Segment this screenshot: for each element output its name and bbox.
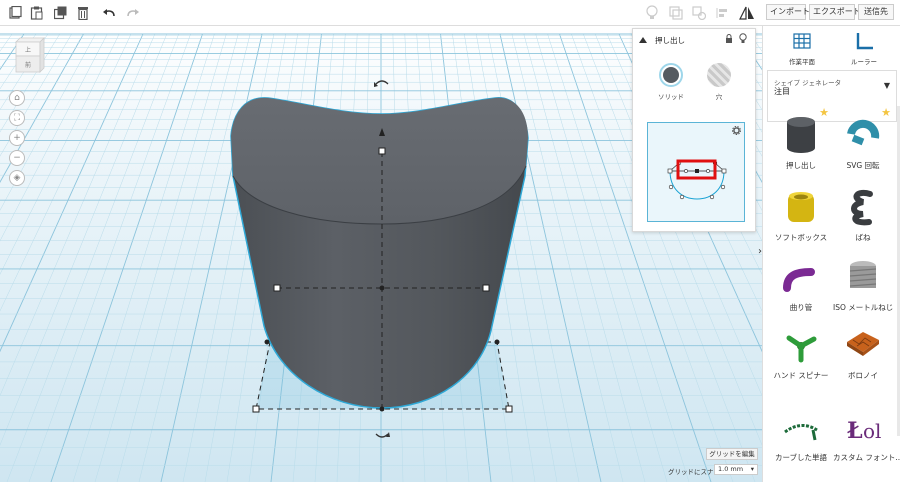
duplicate-icon[interactable]	[52, 4, 70, 22]
visibility-bulb-icon[interactable]	[739, 33, 747, 44]
right-handle[interactable]	[482, 284, 490, 292]
solid-label: ソリッド	[658, 93, 684, 101]
shape-item[interactable]: 押し出し ★	[771, 106, 831, 178]
shape-name: ハンド スピナー	[773, 371, 829, 380]
perspective-icon[interactable]: ◈	[9, 170, 25, 186]
ruler-tool[interactable]: ルーラー	[839, 32, 889, 66]
shape-thumbnail: Łol	[847, 418, 881, 444]
favorite-star-icon[interactable]: ★	[819, 106, 829, 119]
shape-name: 曲り管	[789, 303, 813, 312]
hole-swatch[interactable]	[707, 63, 731, 87]
workplane-grid-icon	[793, 33, 811, 49]
zoom-in-icon[interactable]: +	[9, 130, 25, 146]
ruler-icon	[856, 33, 873, 50]
ungroup-icon[interactable]	[690, 4, 708, 22]
chevron-down-icon: ▼	[883, 81, 890, 90]
svg-text:Ł: Ł	[847, 418, 863, 444]
shape-item[interactable]: 曲り管	[771, 250, 831, 320]
shape-thumbnail	[783, 268, 815, 292]
cube-top-label: 上	[25, 46, 31, 54]
send-to-button[interactable]: 送信先	[858, 4, 894, 20]
shape-item[interactable]: SVG 回転 ★	[833, 106, 893, 178]
shape-thumbnail	[847, 119, 880, 146]
import-button[interactable]: インポート	[766, 4, 810, 20]
shape-name: SVG 回転	[846, 161, 880, 170]
snap-grid-select[interactable]: 1.0 mm ▾	[714, 464, 758, 475]
shape-thumbnail	[849, 261, 877, 288]
shape-thumbnail	[788, 192, 814, 222]
solid-color-swatch[interactable]	[659, 63, 683, 87]
shape-item[interactable]: Łol カスタム フォント...	[833, 400, 900, 470]
home-view-icon[interactable]: ⌂	[9, 90, 25, 106]
svg-text:ol: ol	[863, 419, 881, 443]
lightbulb-icon[interactable]	[643, 4, 661, 22]
shape-thumbnail	[851, 190, 873, 226]
cube-front-label: 前	[25, 61, 31, 69]
corner-handle-br[interactable]	[505, 405, 513, 413]
shape-name: 押し出し	[786, 161, 816, 170]
collapse-caret-icon[interactable]	[639, 37, 647, 43]
mirror-icon[interactable]	[738, 4, 756, 22]
lock-icon[interactable]	[725, 34, 733, 44]
shape-inspector: 押し出し ソリッド 穴	[632, 28, 756, 232]
undo-icon[interactable]	[100, 4, 118, 22]
copy-icon[interactable]	[6, 4, 24, 22]
paste-icon[interactable]	[28, 4, 46, 22]
shape-name: ボロノイ	[848, 371, 878, 380]
shape-item[interactable]: カーブした単語	[771, 400, 831, 470]
zoom-out-icon[interactable]: −	[9, 150, 25, 166]
shape-name: ソフトボックス	[774, 233, 828, 242]
shape-thumbnail	[787, 117, 815, 153]
corner-handle-bl[interactable]	[252, 405, 260, 413]
redo-icon[interactable]	[124, 4, 142, 22]
shape-thumbnail	[847, 332, 879, 356]
shape-name: ISO メートルねじ	[833, 303, 894, 312]
fit-view-icon[interactable]: ⛶	[9, 110, 25, 126]
settings-gear-icon[interactable]	[732, 126, 741, 135]
shape-name: ばね	[855, 233, 871, 242]
shape-name: カスタム フォント...	[833, 453, 900, 462]
grid-controls: グリッドを編集 グリッドにスナップ 1.0 mm ▾	[664, 448, 762, 478]
top-handle[interactable]	[378, 147, 386, 155]
left-handle[interactable]	[273, 284, 281, 292]
align-icon[interactable]	[714, 4, 732, 22]
shape-item[interactable]: ハンド スピナー	[771, 318, 831, 388]
favorite-star-icon[interactable]: ★	[881, 106, 891, 119]
main-toolbar	[0, 0, 762, 26]
center-handle[interactable]	[379, 285, 385, 291]
profile-editor[interactable]	[647, 122, 745, 222]
workplane-tool[interactable]: 作業平面	[777, 32, 827, 66]
generator-value: 注目	[774, 87, 790, 96]
shape-item[interactable]: ソフトボックス	[771, 180, 831, 250]
shape-item[interactable]: ボロノイ	[833, 318, 893, 388]
shape-thumbnail	[784, 424, 818, 441]
trash-icon[interactable]	[74, 4, 92, 22]
right-panel: 作業平面 ルーラー シェイプ ジェネレータ 注目 ▼ 押し出し ★ SVG 回転 ★ ソ…	[762, 26, 900, 482]
hole-label: 穴	[715, 93, 723, 101]
inspector-title: 押し出し	[655, 36, 685, 45]
shape-thumbnail	[786, 335, 817, 363]
export-button[interactable]: エクスポート	[809, 4, 861, 20]
right-header: インポート エクスポート 送信先	[762, 0, 900, 26]
shape-name: カーブした単語	[774, 453, 828, 462]
edit-grid-button[interactable]: グリッドを編集	[706, 448, 758, 460]
shape-item[interactable]: ばね	[833, 180, 893, 250]
view-cube[interactable]: 上 前	[14, 36, 46, 74]
group-icon[interactable]	[667, 4, 685, 22]
shape-item[interactable]: ISO メートルねじ	[833, 250, 893, 320]
